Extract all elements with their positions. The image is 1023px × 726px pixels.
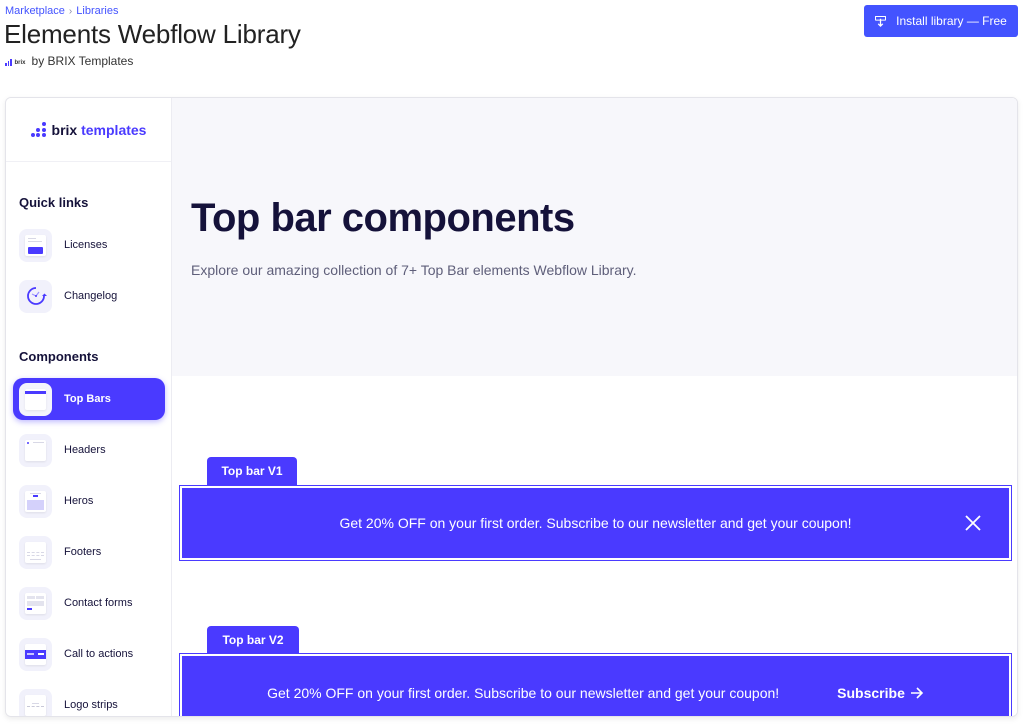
author-line: brix by BRIX Templates [5,54,133,68]
contact-form-icon [19,586,52,620]
sidebar-item-label: Headers [64,444,106,456]
sidebar-item-label: Footers [64,546,102,558]
hero-section: Top bar components Explore our amazing c… [172,98,1017,376]
license-icon [19,228,52,262]
components-title: Components [19,349,99,364]
library-preview-frame: brix templates Quick links Licenses Chan… [5,97,1018,717]
changelog-icon [19,279,52,313]
sidebar-item-footers[interactable]: Footers [13,531,165,573]
sidebar-item-headers[interactable]: Headers [13,429,165,471]
top-bar-v1-message: Get 20% OFF on your first order. Subscri… [339,515,852,531]
sidebar-item-contact-forms[interactable]: Contact forms [13,582,165,624]
sidebar-item-label: Call to actions [64,648,134,660]
main-content: Top bar components Explore our amazing c… [172,98,1017,716]
footer-icon [19,535,52,569]
sidebar-item-changelog[interactable]: Changelog [13,275,165,317]
hero-icon [19,484,52,518]
breadcrumb-marketplace[interactable]: Marketplace [5,5,65,17]
breadcrumb-separator: › [68,5,73,17]
logo-strip-icon [19,688,52,716]
breadcrumb: Marketplace › Libraries [5,5,118,17]
brix-dots-icon [30,122,46,137]
cta-icon [19,637,52,671]
sidebar-item-call-to-actions[interactable]: Call to actions [13,633,165,675]
hero-title: Top bar components [191,196,575,240]
top-bar-v1: Get 20% OFF on your first order. Subscri… [182,488,1009,558]
top-bar-v2: Get 20% OFF on your first order. Subscri… [182,656,1009,716]
arrow-right-icon [910,687,924,699]
author-logo-text: brix [14,60,26,66]
hero-subtitle: Explore our amazing collection of 7+ Top… [191,262,637,278]
close-icon[interactable] [964,514,982,532]
sidebar-item-label: Heros [64,495,94,507]
sidebar-item-heros[interactable]: Heros [13,480,165,522]
sidebar-item-logo-strips[interactable]: Logo strips [13,684,165,716]
brix-logo-icon: brix [5,56,26,66]
preview-tab-v2[interactable]: Top bar V2 [207,626,299,654]
download-icon [875,15,887,27]
install-library-button[interactable]: Install library — Free [864,5,1018,37]
sidebar-item-label: Changelog [64,290,118,302]
sidebar-item-top-bars[interactable]: Top Bars [13,378,165,420]
brand-text-main: brix [51,121,78,138]
sidebar-item-label: Top Bars [64,393,111,405]
top-bar-icon [19,382,52,416]
top-bar-v1-preview: Get 20% OFF on your first order. Subscri… [179,485,1012,561]
subscribe-link[interactable]: Subscribe [837,685,924,701]
sidebar-item-label: Contact forms [64,597,133,609]
brand-text-accent: templates [81,121,147,138]
quick-links-title: Quick links [19,195,89,210]
sidebar-item-label: Logo strips [64,699,118,711]
subscribe-label: Subscribe [837,685,905,701]
sidebar-item-label: Licenses [64,239,108,251]
author-name[interactable]: by BRIX Templates [32,54,134,68]
breadcrumb-libraries[interactable]: Libraries [76,5,118,17]
brand-logo[interactable]: brix templates [6,98,171,162]
sidebar-item-licenses[interactable]: Licenses [13,224,165,266]
top-bar-v2-message: Get 20% OFF on your first order. Subscri… [267,685,780,701]
top-bar-v2-preview: Get 20% OFF on your first order. Subscri… [179,653,1012,716]
install-library-label: Install library — Free [896,14,1007,28]
header-icon [19,433,52,467]
page-title: Elements Webflow Library [4,19,301,49]
sidebar: brix templates Quick links Licenses Chan… [6,98,172,716]
preview-tab-v1[interactable]: Top bar V1 [207,457,297,485]
